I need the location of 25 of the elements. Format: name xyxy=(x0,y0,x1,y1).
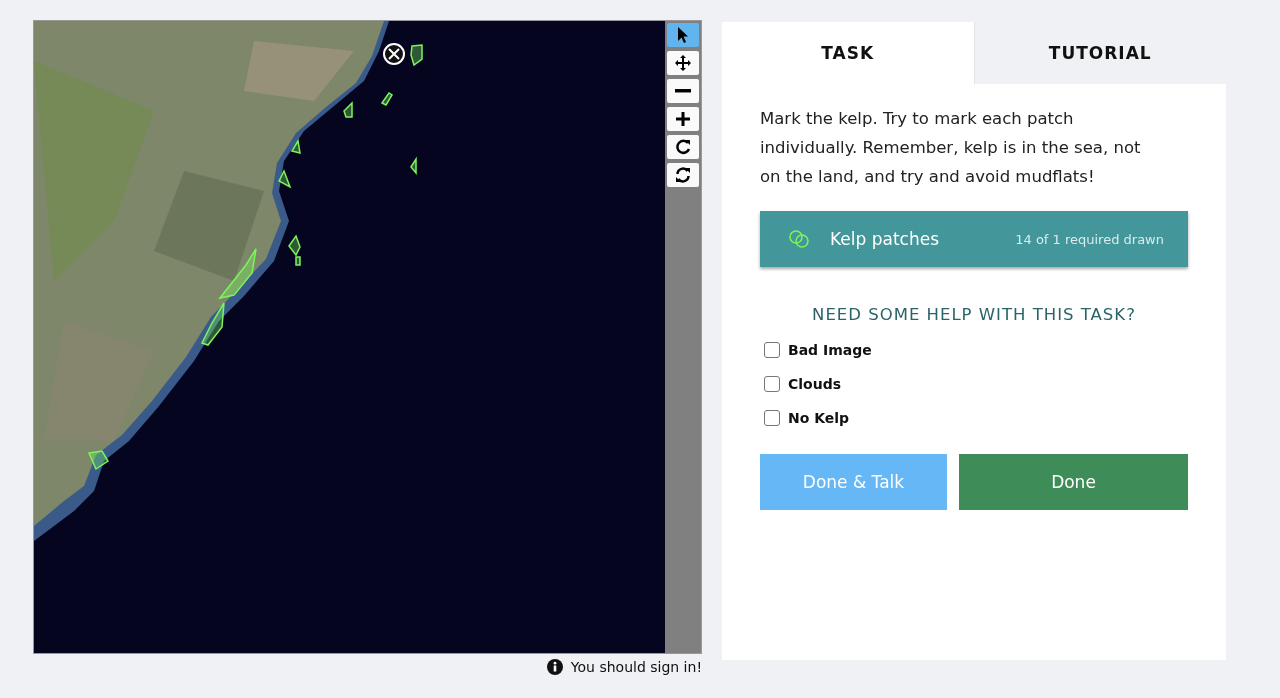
pointer-tool-button[interactable] xyxy=(667,23,699,47)
zoom-in-icon xyxy=(674,110,692,128)
rotate-icon xyxy=(674,138,692,156)
zoom-out-tool-button[interactable] xyxy=(667,79,699,103)
checkbox-label: No Kelp xyxy=(788,410,850,426)
info-icon xyxy=(546,659,563,675)
rotate-tool-button[interactable] xyxy=(667,135,699,159)
kelp-outlines-drawing[interactable] xyxy=(87,44,423,471)
checkbox[interactable] xyxy=(764,410,780,426)
move-tool-button[interactable] xyxy=(667,51,699,75)
checkbox[interactable] xyxy=(764,376,780,392)
zoom-out-icon xyxy=(675,89,691,93)
task-instructions: Mark the kelp. Try to mark each patch individually. Remember, kelp is in the sea, not on the land, and try and avoid mudflats! xyxy=(760,108,1142,188)
reset-tool-button[interactable] xyxy=(667,163,699,187)
drawing-tool-button[interactable]: Kelp patches 14 of 1 required drawn xyxy=(760,211,1188,267)
done-button[interactable]: Done xyxy=(959,454,1188,510)
checkbox-label: Clouds xyxy=(788,376,841,392)
help-link[interactable]: NEED SOME HELP WITH THIS TASK? xyxy=(812,305,1136,324)
checkbox-label: Bad Image xyxy=(788,342,872,358)
reset-icon xyxy=(674,166,692,184)
zoom-in-tool-button[interactable] xyxy=(667,107,699,131)
checkbox[interactable] xyxy=(764,342,780,358)
tab[interactable]: TUTORIAL xyxy=(973,22,1226,84)
sign-in-notice: You should sign in! xyxy=(570,659,702,675)
move-icon xyxy=(674,54,692,72)
